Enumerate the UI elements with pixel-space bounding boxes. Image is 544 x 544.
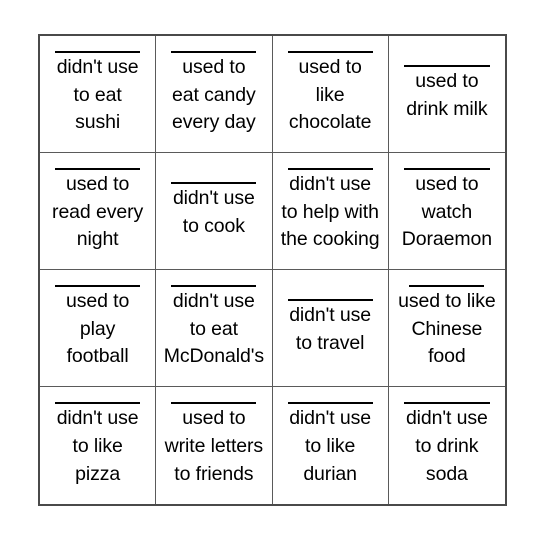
bingo-cell[interactable]: didn't use to help with the cooking [272, 153, 389, 270]
signature-line [287, 298, 373, 301]
bingo-cell[interactable]: used to like Chinese food [388, 270, 505, 387]
bingo-cell-label: didn't use to drink soda [405, 407, 488, 485]
bingo-cell[interactable]: used to read every night [40, 153, 157, 270]
bingo-cell-label: used to write letters to friends [164, 407, 264, 485]
signature-line [403, 402, 490, 405]
bingo-cell-label: didn't use to eat McDonald's [163, 289, 264, 368]
signature-line [287, 167, 373, 170]
bingo-cell-label: didn't use to eat sushi [56, 55, 139, 134]
signature-line [171, 50, 257, 53]
signature-line [403, 64, 490, 67]
signature-line [287, 50, 373, 53]
bingo-cell-label: used to watch Doraemon [401, 172, 492, 251]
bingo-cell[interactable]: used to eat candy every day [156, 36, 273, 153]
bingo-cell[interactable]: used to write letters to friends [156, 387, 273, 504]
bingo-cell[interactable]: used to like chocolate [272, 36, 389, 153]
bingo-cell[interactable]: didn't use to eat sushi [40, 36, 157, 153]
bingo-cell[interactable]: didn't use to like pizza [40, 387, 157, 504]
bingo-cell[interactable]: didn't use to drink soda [388, 387, 505, 504]
signature-line [55, 50, 141, 53]
page-canvas: didn't use to eat sushi used to eat candy… [0, 0, 544, 544]
bingo-cell-label: used to like chocolate [288, 55, 372, 134]
bingo-cell[interactable]: used to play football [40, 270, 157, 387]
bingo-cell-label: didn't use to like durian [289, 407, 372, 485]
bingo-cell[interactable]: didn't use to like durian [272, 387, 389, 504]
bingo-cell[interactable]: didn't use to travel [272, 270, 389, 387]
bingo-cell[interactable]: used to drink milk [388, 36, 505, 153]
bingo-cell-label: used to eat candy every day [172, 55, 256, 134]
signature-line [55, 167, 141, 170]
signature-line [409, 284, 485, 287]
signature-line [287, 402, 373, 405]
bingo-cell-label: didn't use to help with the cooking [280, 172, 380, 251]
bingo-cell-label: used to play football [65, 289, 130, 368]
signature-line [55, 284, 141, 287]
signature-line [171, 181, 257, 184]
bingo-card-grid: didn't use to eat sushi used to eat candy… [38, 34, 507, 506]
bingo-cell[interactable]: didn't use to cook [156, 153, 273, 270]
signature-line [171, 284, 257, 287]
signature-line [171, 402, 257, 405]
bingo-cell[interactable]: didn't use to eat McDonald's [156, 270, 273, 387]
signature-line [403, 167, 490, 170]
bingo-cell-label: didn't use to travel [289, 303, 372, 354]
bingo-cell-label: didn't use to cook [172, 186, 255, 237]
bingo-cell-label: used to drink milk [406, 69, 488, 120]
bingo-cell-label: used to read every night [52, 172, 144, 251]
bingo-cell[interactable]: used to watch Doraemon [388, 153, 505, 270]
bingo-cell-label: used to like Chinese food [398, 289, 496, 368]
signature-line [55, 402, 141, 405]
bingo-cell-label: didn't use to like pizza [56, 407, 139, 485]
